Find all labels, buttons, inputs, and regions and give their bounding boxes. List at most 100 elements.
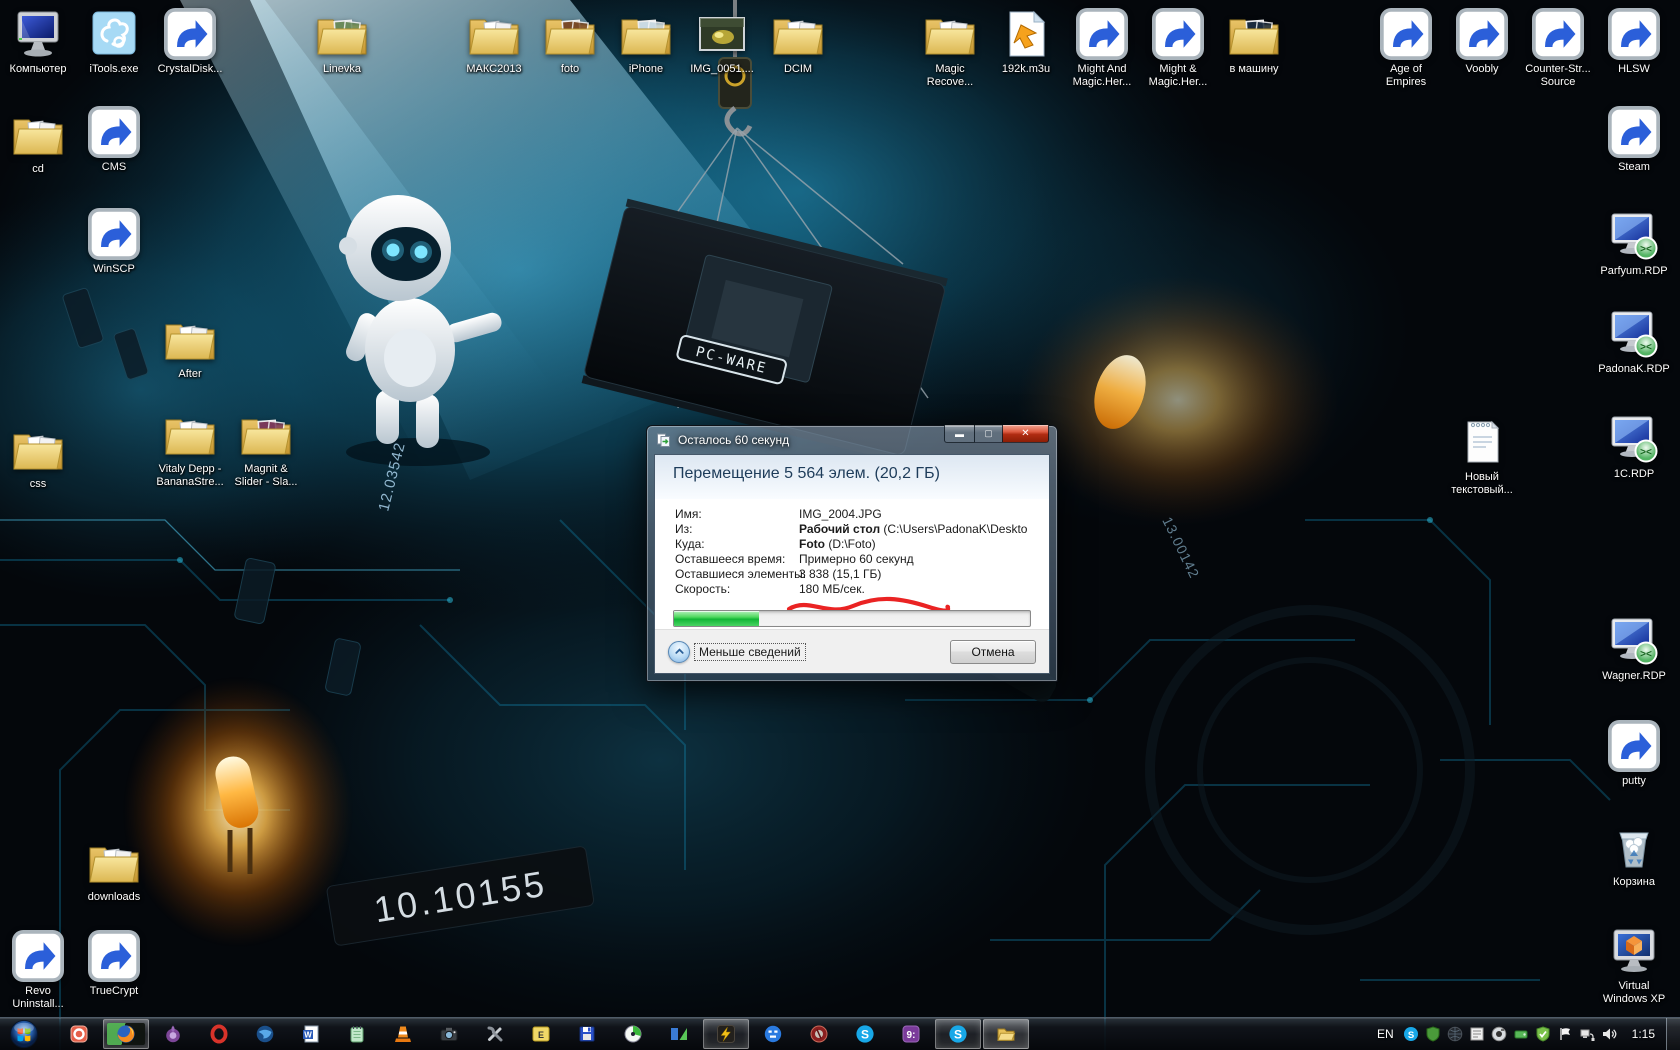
- taskbar-app-filezilla[interactable]: [656, 1019, 702, 1049]
- desktop-icon-counter-strike-source[interactable]: Counter-Str...Source: [1514, 8, 1602, 89]
- taskbar-app-thunderbird[interactable]: [242, 1019, 288, 1049]
- padonak-rdp-icon: ><: [1608, 308, 1660, 360]
- css-icon: [12, 423, 64, 475]
- taskbar-app-tor-browser[interactable]: [150, 1019, 196, 1049]
- desktop-icon-parfyum-rdp[interactable]: ><Parfyum.RDP: [1590, 210, 1678, 278]
- desktop-icon-truecrypt[interactable]: TrueCrypt: [70, 930, 158, 998]
- desktop-icon-img0051[interactable]: IMG_0051....: [678, 8, 766, 76]
- taskbar-app-admin-tools[interactable]: [472, 1019, 518, 1049]
- dialog-title: Осталось 60 секунд: [678, 433, 789, 447]
- language-indicator[interactable]: EN: [1368, 1027, 1403, 1041]
- less-details-button[interactable]: Меньше сведений: [668, 641, 805, 663]
- desktop-icon-label: WinSCP: [93, 263, 135, 276]
- minimize-button[interactable]: ▬: [944, 425, 975, 443]
- desktop-icon-vitaly-depp[interactable]: Vitaly Depp -BananaStre...: [146, 408, 234, 489]
- action-center-flag-icon[interactable]: [1557, 1026, 1573, 1042]
- desktop-icon-new-text-file[interactable]: Новыйтекстовый...: [1438, 416, 1526, 497]
- svg-text:><: ><: [1640, 649, 1652, 660]
- desktop-icon-downloads[interactable]: downloads: [70, 836, 158, 904]
- row-value: 3 838 (15,1 ГБ): [799, 567, 881, 582]
- globe-app-tray-icon[interactable]: [1447, 1026, 1463, 1042]
- desktop-icon-might-magic-2[interactable]: Might &Magic.Her...: [1134, 8, 1222, 89]
- taskbar-app-skype[interactable]: S: [842, 1019, 888, 1049]
- taskbar-app-notes-app[interactable]: [334, 1019, 380, 1049]
- desktop-icon-label: MagicRecove...: [927, 63, 973, 89]
- blue-circle-app-icon: [763, 1024, 783, 1044]
- desktop-icon-label: Counter-Str...Source: [1525, 63, 1590, 89]
- skype-tray-icon[interactable]: S: [1403, 1026, 1419, 1042]
- cancel-button[interactable]: Отмена: [950, 640, 1036, 664]
- desktop-icon-label: VirtualWindows XP: [1603, 980, 1665, 1006]
- taskbar-app-firefox[interactable]: [103, 1019, 149, 1049]
- desktop-icon-voobly[interactable]: Voobly: [1438, 8, 1526, 76]
- desktop-icon-magic-recovery[interactable]: MagicRecove...: [906, 8, 994, 89]
- desktop-icon-v-mashinu[interactable]: в машину: [1210, 8, 1298, 76]
- desktop-icon-foto[interactable]: foto: [526, 8, 614, 76]
- desktop-icon-css[interactable]: css: [0, 423, 82, 491]
- antivirus-shield-tray-icon[interactable]: [1425, 1026, 1441, 1042]
- desktop-icon-after[interactable]: After: [146, 313, 234, 381]
- row-value: 180 МБ/сек.: [799, 582, 865, 597]
- taskbar-app-vlc[interactable]: [380, 1019, 426, 1049]
- word-icon: W: [301, 1024, 321, 1044]
- desktop-icon-maks2013[interactable]: МАКС2013: [450, 8, 538, 76]
- desktop-icon-winscp[interactable]: WinSCP: [70, 208, 158, 276]
- m3u-playlist-icon: [1000, 8, 1052, 60]
- desktop-icon-label: Компьютер: [10, 63, 67, 76]
- wagner-rdp-icon: ><: [1608, 615, 1660, 667]
- taskbar-app-file-manager[interactable]: E: [518, 1019, 564, 1049]
- img0051-icon: [696, 8, 748, 60]
- desktop-icon-1c-rdp[interactable]: ><1C.RDP: [1590, 413, 1678, 481]
- explorer-window-icon: [996, 1024, 1016, 1044]
- copy-progress-dialog: Осталось 60 секунд ▬ ▢ ✕ Перемещение 5 5…: [646, 425, 1058, 682]
- capture-tool-tray-icon[interactable]: [1491, 1026, 1507, 1042]
- desktop-icon-itools[interactable]: iTools.exe: [70, 8, 158, 76]
- desktop-icon-crystaldisk[interactable]: CrystalDisk...: [146, 8, 234, 76]
- close-button[interactable]: ✕: [1002, 425, 1049, 443]
- desktop-icon-steam[interactable]: Steam: [1590, 106, 1678, 174]
- desktop-icon-padonak-rdp[interactable]: >< PadonaK.RDP: [1590, 308, 1678, 376]
- desktop-icon-virtual-windows-xp[interactable]: VirtualWindows XP: [1590, 925, 1678, 1006]
- network-tray-icon[interactable]: [1579, 1026, 1595, 1042]
- drive-tray-icon[interactable]: [1513, 1026, 1529, 1042]
- taskbar-app-skype-window[interactable]: S: [935, 1019, 981, 1049]
- taskbar-app-explorer-window[interactable]: [983, 1019, 1029, 1049]
- taskbar-app-audio-player[interactable]: [610, 1019, 656, 1049]
- notes-tray-icon[interactable]: [1469, 1026, 1485, 1042]
- dialog-info-row: Оставшееся время:Примерно 60 секунд: [675, 552, 1049, 567]
- taskbar-app-word[interactable]: W: [288, 1019, 334, 1049]
- taskbar-app-opera[interactable]: [196, 1019, 242, 1049]
- desktop-icon-recycle-bin[interactable]: Корзина: [1590, 821, 1678, 889]
- desktop-icon-age-of-empires[interactable]: Age ofEmpires: [1362, 8, 1450, 89]
- magic-recovery-icon: [924, 8, 976, 60]
- desktop-icon-m3u-playlist[interactable]: 192k.m3u: [982, 8, 1070, 76]
- taskbar-app-red-circle-app[interactable]: [796, 1019, 842, 1049]
- desktop-icon-linevka[interactable]: Linevka: [298, 8, 386, 76]
- dialog-titlebar[interactable]: Осталось 60 секунд ▬ ▢ ✕: [647, 426, 1057, 454]
- maximize-button[interactable]: ▢: [975, 425, 1002, 443]
- desktop-icon-might-and-magic[interactable]: Might AndMagic.Her...: [1058, 8, 1146, 89]
- taskbar-clock[interactable]: 1:15: [1617, 1027, 1666, 1041]
- taskbar-app-save-tool[interactable]: [564, 1019, 610, 1049]
- vitaly-depp-icon: [164, 408, 216, 460]
- desktop-icon-magnit-slider[interactable]: Magnit &Slider - Sla...: [222, 408, 310, 489]
- start-button[interactable]: [5, 1019, 43, 1049]
- 1c-rdp-icon: ><: [1608, 413, 1660, 465]
- desktop-icon-dcim[interactable]: DCIM: [754, 8, 842, 76]
- desktop-icon-label: PadonaK.RDP: [1598, 363, 1670, 376]
- show-desktop-button[interactable]: [1666, 1018, 1680, 1050]
- security-check-tray-icon[interactable]: [1535, 1026, 1551, 1042]
- desktop-icon-putty[interactable]: putty: [1590, 720, 1678, 788]
- desktop-icon-hlsw[interactable]: HLSW: [1590, 8, 1678, 76]
- desktop-icon-cms[interactable]: CMS CMS: [70, 106, 158, 174]
- taskbar-app-red-o-app[interactable]: [56, 1019, 102, 1049]
- volume-tray-icon[interactable]: [1601, 1026, 1617, 1042]
- taskbar-app-blue-circle-app[interactable]: [750, 1019, 796, 1049]
- taskbar-app-winamp[interactable]: [703, 1019, 749, 1049]
- taskbar-app-photo-tool[interactable]: [426, 1019, 472, 1049]
- chevron-up-icon: [668, 641, 690, 663]
- desktop-icon-wagner-rdp[interactable]: ><Wagner.RDP: [1590, 615, 1678, 683]
- taskbar-app-purple-app[interactable]: 9:: [888, 1019, 934, 1049]
- desktop-icon-iphone[interactable]: iPhone: [602, 8, 690, 76]
- row-label: Имя:: [675, 507, 799, 522]
